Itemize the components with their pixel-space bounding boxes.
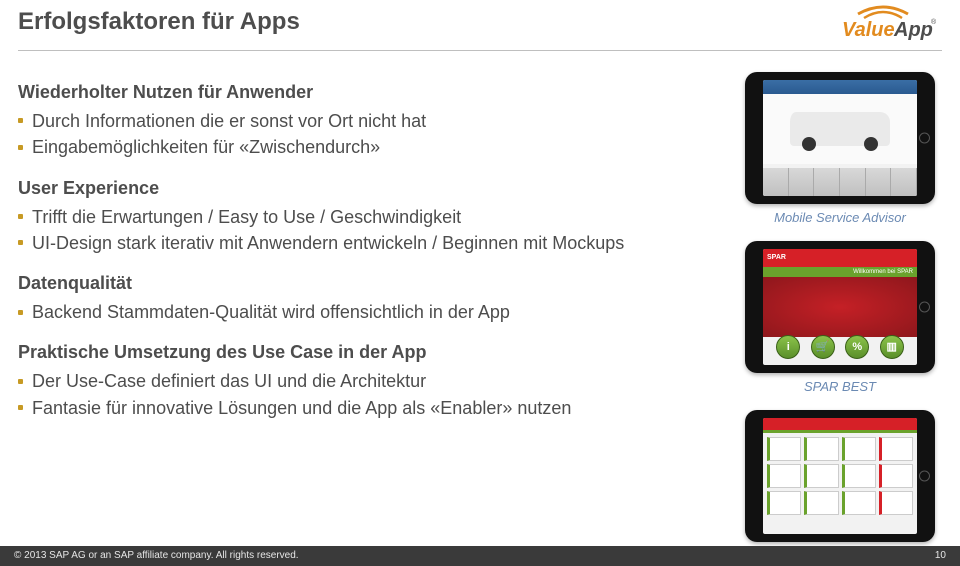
bullet-list: Der Use-Case definiert das UI und die Ar… [18,369,658,420]
tablet-mockup-cis [745,410,935,542]
bullet-list: Backend Stammdaten-Qualität wird offensi… [18,300,658,324]
footer: © 2013 SAP AG or an SAP affiliate compan… [0,546,960,566]
page-number: 10 [935,546,946,566]
bullet-item: Trifft die Erwartungen / Easy to Use / G… [18,205,658,229]
bullet-item: Backend Stammdaten-Qualität wird offensi… [18,300,658,324]
section-heading: Praktische Umsetzung des Use Case in der… [18,342,658,363]
bullet-item: Eingabemöglichkeiten für «Zwischendurch» [18,135,658,159]
bullet-item: Fantasie für innovative Lösungen und die… [18,396,658,420]
page-title: Erfolgsfaktoren für Apps [18,8,300,36]
right-column: Mobile Service Advisor SPAR Willkommen b… [740,72,940,563]
tablet-mockup-spar: SPAR Willkommen bei SPAR i 🛒 % ▥ [745,241,935,373]
tablet-home-button-icon [919,471,930,482]
section-heading: User Experience [18,178,658,199]
section-heading: Datenqualität [18,273,658,294]
image-caption: SPAR BEST [740,379,940,394]
content-left: Wiederholter Nutzen für Anwender Durch I… [18,82,658,422]
tablet-home-button-icon [919,133,930,144]
info-icon: i [776,335,800,359]
bullet-list: Trifft die Erwartungen / Easy to Use / G… [18,205,658,256]
copyright-text: © 2013 SAP AG or an SAP affiliate compan… [14,546,299,566]
bullet-item: UI-Design stark iterativ mit Anwendern e… [18,231,658,255]
image-caption: Mobile Service Advisor [740,210,940,225]
section-heading: Wiederholter Nutzen für Anwender [18,82,658,103]
bullet-item: Der Use-Case definiert das UI und die Ar… [18,369,658,393]
percent-icon: % [845,335,869,359]
tablet-screen [763,418,917,534]
tablet-screen [763,80,917,196]
logo-value-text: Value [842,19,895,41]
spar-welcome-label: Willkommen bei SPAR [763,267,917,277]
cart-icon: 🛒 [811,335,835,359]
valueapp-logo: Value App ® [828,4,938,46]
tablet-screen: SPAR Willkommen bei SPAR i 🛒 % ▥ [763,249,917,365]
svg-text:®: ® [931,18,937,26]
bullet-list: Durch Informationen die er sonst vor Ort… [18,109,658,160]
bullet-item: Durch Informationen die er sonst vor Ort… [18,109,658,133]
slide: Erfolgsfaktoren für Apps Value App ® Wie… [0,0,960,566]
logo-app-text: App [893,19,933,41]
tablet-mockup-car [745,72,935,204]
tablet-home-button-icon [919,302,930,313]
car-icon [790,112,890,146]
list-icon: ▥ [880,335,904,359]
spar-brand-label: SPAR [763,249,917,267]
divider [18,50,942,51]
